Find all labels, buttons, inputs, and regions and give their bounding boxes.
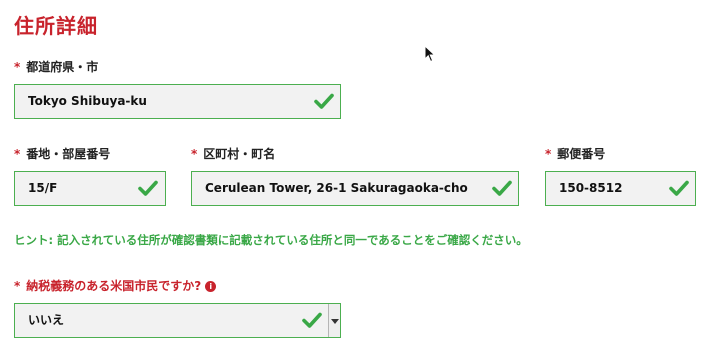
- street-number-field[interactable]: 15/F: [14, 171, 166, 206]
- checkmark-icon: [314, 93, 334, 109]
- prefecture-city-label: * 都道府県・市: [14, 58, 98, 75]
- postal-code-label: * 郵便番号: [545, 145, 605, 162]
- mouse-cursor-icon: [424, 45, 436, 63]
- required-mark: *: [14, 279, 21, 293]
- us-taxpayer-select[interactable]: いいえ: [14, 303, 341, 338]
- required-mark: *: [14, 147, 21, 161]
- dropdown-arrow-icon[interactable]: [328, 304, 340, 337]
- us-taxpayer-selected-value: いいえ: [28, 313, 65, 327]
- checkmark-icon: [302, 312, 322, 328]
- checkmark-icon: [138, 180, 158, 196]
- street-number-label: * 番地・部屋番号: [14, 145, 110, 162]
- section-title: 住所詳細: [14, 14, 98, 38]
- postal-code-value: 150-8512: [559, 181, 623, 195]
- prefecture-city-value: Tokyo Shibuya-ku: [28, 94, 147, 108]
- required-mark: *: [14, 60, 21, 74]
- postal-code-field[interactable]: 150-8512: [545, 171, 696, 206]
- prefecture-city-label-text: 都道府県・市: [26, 60, 99, 74]
- ward-town-field[interactable]: Cerulean Tower, 26-1 Sakuragaoka-cho: [191, 171, 519, 206]
- checkmark-icon: [669, 180, 689, 196]
- street-number-value: 15/F: [28, 181, 58, 195]
- us-taxpayer-label: * 納税義務のある米国市民ですか? i: [14, 277, 217, 294]
- prefecture-city-field[interactable]: Tokyo Shibuya-ku: [14, 84, 341, 119]
- ward-town-value: Cerulean Tower, 26-1 Sakuragaoka-cho: [205, 181, 468, 195]
- ward-town-label: * 区町村・町名: [191, 145, 275, 162]
- checkmark-icon: [492, 180, 512, 196]
- required-mark: *: [191, 147, 198, 161]
- us-taxpayer-label-text: 納税義務のある米国市民ですか?: [26, 279, 202, 293]
- address-hint: ヒント: 記入されている住所が確認書類に記載されている住所と同一であることをご確…: [14, 233, 528, 247]
- ward-town-label-text: 区町村・町名: [203, 147, 276, 161]
- required-mark: *: [545, 147, 552, 161]
- postal-code-label-text: 郵便番号: [557, 147, 606, 161]
- info-icon[interactable]: i: [205, 281, 217, 292]
- street-number-label-text: 番地・部屋番号: [26, 147, 111, 161]
